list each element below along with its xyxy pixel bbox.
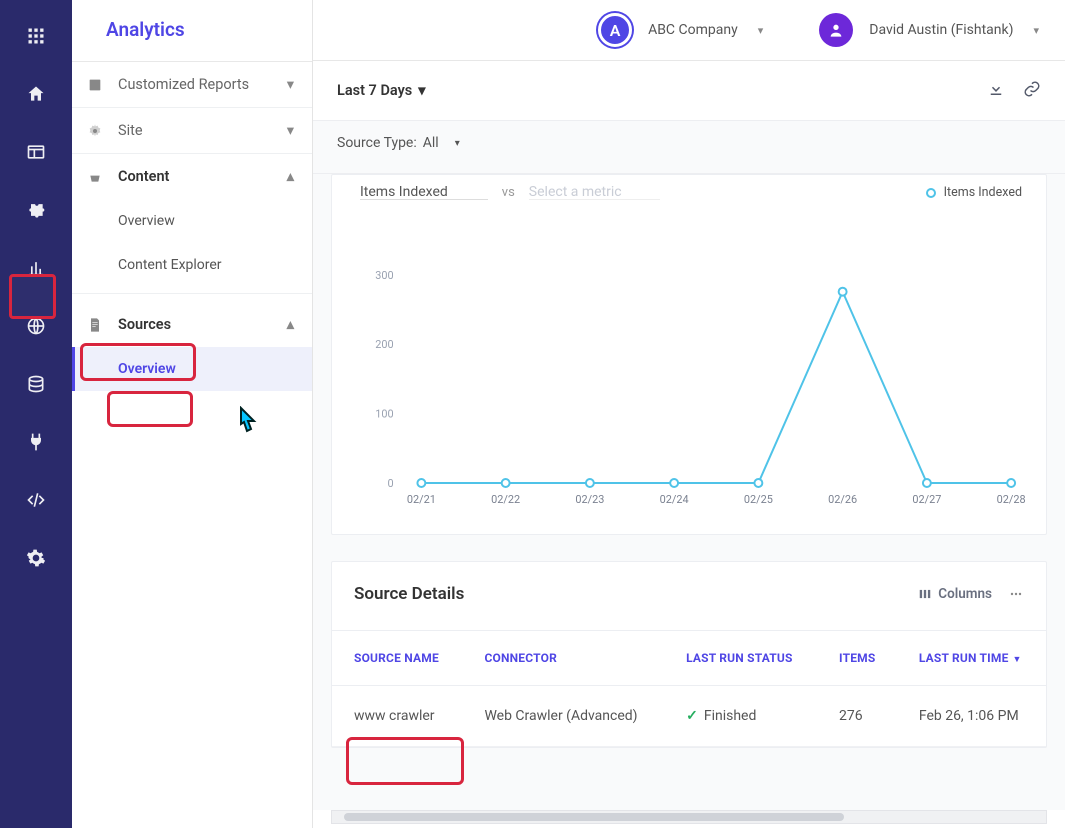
- apps-grid-icon[interactable]: [24, 24, 48, 48]
- source-details-panel: Source Details Columns SOURCE NAME CONNE…: [331, 561, 1047, 748]
- col-source-name[interactable]: SOURCE NAME: [332, 631, 462, 686]
- sidebar-customized-reports[interactable]: Customized Reports ▾: [72, 62, 312, 108]
- puzzle-icon[interactable]: [24, 198, 48, 222]
- main-region: A ABC Company ▾ David Austin (Fishtank) …: [313, 0, 1065, 828]
- ytick: 200: [375, 338, 393, 351]
- line-chart: 300 200 100 0 02/21 02: [352, 234, 1026, 504]
- user-avatar[interactable]: [819, 13, 853, 47]
- details-heading: Source Details: [354, 584, 464, 604]
- home-icon[interactable]: [24, 82, 48, 106]
- col-items[interactable]: ITEMS: [817, 631, 897, 686]
- source-details-table: SOURCE NAME CONNECTOR LAST RUN STATUS IT…: [332, 631, 1046, 747]
- sort-desc-icon: ▼: [1013, 655, 1022, 665]
- sidebar: Analytics Customized Reports ▾ Site ▾ Co…: [72, 0, 313, 828]
- database-icon[interactable]: [24, 372, 48, 396]
- company-name: ABC Company: [648, 22, 738, 38]
- chevron-down-icon: ▾: [418, 82, 425, 99]
- brand-title: Analytics: [106, 18, 292, 41]
- metric-selector-primary[interactable]: Items Indexed: [360, 186, 488, 200]
- vs-label: vs: [502, 185, 515, 200]
- globe-icon[interactable]: [24, 314, 48, 338]
- topbar: A ABC Company ▾ David Austin (Fishtank) …: [313, 0, 1065, 61]
- chevron-up-icon: ▴: [287, 316, 294, 333]
- sidebar-site[interactable]: Site ▾: [72, 108, 312, 154]
- chart-panel: Items Indexed vs Select a metric Items I…: [331, 174, 1047, 535]
- sidebar-sources[interactable]: Sources ▴: [72, 294, 312, 347]
- xtick: 02/25: [744, 493, 773, 504]
- date-range-filter[interactable]: Last 7 Days ▾: [337, 82, 426, 99]
- cell-connector: Web Crawler (Advanced): [462, 686, 664, 747]
- xtick: 02/28: [997, 493, 1026, 504]
- dashboard-icon[interactable]: [24, 140, 48, 164]
- reports-icon: [86, 77, 104, 93]
- company-avatar[interactable]: A: [598, 13, 632, 47]
- date-range-label: Last 7 Days: [337, 82, 412, 99]
- sidebar-label: Sources: [118, 316, 171, 333]
- document-icon: [86, 317, 104, 333]
- source-type-label: Source Type:: [337, 135, 417, 151]
- xtick: 02/23: [575, 493, 604, 504]
- legend-label: Items Indexed: [944, 185, 1022, 200]
- col-last-run-time[interactable]: LAST RUN TIME▼: [897, 631, 1046, 686]
- more-menu-button[interactable]: [1008, 586, 1024, 602]
- chevron-down-icon: ▾: [287, 76, 294, 93]
- chevron-down-icon: ▾: [455, 138, 460, 149]
- basket-icon: [86, 169, 104, 185]
- user-name: David Austin (Fishtank): [869, 22, 1013, 38]
- xtick: 02/24: [660, 493, 689, 504]
- company-dropdown[interactable]: ▾: [754, 20, 768, 41]
- chevron-up-icon: ▴: [287, 168, 294, 185]
- sidebar-label: Customized Reports: [118, 76, 249, 93]
- cell-source-name: www crawler: [332, 686, 462, 747]
- brand-block: Analytics: [72, 0, 312, 62]
- xtick: 02/27: [912, 493, 941, 504]
- sidebar-label: Site: [118, 122, 143, 139]
- filters-row: Last 7 Days ▾: [313, 61, 1065, 121]
- table-row[interactable]: www crawler Web Crawler (Advanced) ✓Fini…: [332, 686, 1046, 747]
- cell-status: ✓Finished: [664, 686, 817, 747]
- user-dropdown[interactable]: ▾: [1029, 20, 1043, 41]
- sidebar-content-overview[interactable]: Overview: [72, 199, 312, 243]
- ytick: 300: [375, 269, 393, 282]
- sidebar-content[interactable]: Content ▴: [72, 154, 312, 199]
- columns-label: Columns: [938, 586, 992, 602]
- plug-icon[interactable]: [24, 430, 48, 454]
- chart-legend: Items Indexed: [926, 185, 1022, 200]
- xtick: 02/26: [828, 493, 857, 504]
- xtick: 02/22: [491, 493, 520, 504]
- link-icon[interactable]: [1023, 80, 1041, 102]
- download-icon[interactable]: [987, 80, 1005, 102]
- columns-icon: [918, 587, 932, 601]
- col-connector[interactable]: CONNECTOR: [462, 631, 664, 686]
- horizontal-scrollbar[interactable]: [331, 810, 1047, 824]
- xtick: 02/21: [407, 493, 436, 504]
- ytick: 100: [375, 408, 393, 421]
- left-nav-rail: [0, 0, 72, 828]
- ytick: 0: [388, 477, 394, 490]
- source-type-value: All: [423, 135, 439, 151]
- sidebar-sources-overview[interactable]: Overview: [72, 347, 312, 391]
- columns-button[interactable]: Columns: [918, 586, 992, 602]
- metric-selector-secondary[interactable]: Select a metric: [529, 186, 660, 200]
- chevron-down-icon: ▾: [287, 122, 294, 139]
- col-last-run-status[interactable]: LAST RUN STATUS: [664, 631, 817, 686]
- check-icon: ✓: [686, 708, 698, 724]
- scrollbar-thumb[interactable]: [344, 813, 844, 821]
- content-scroll[interactable]: Items Indexed vs Select a metric Items I…: [313, 174, 1065, 810]
- gear-icon[interactable]: [24, 546, 48, 570]
- sidebar-label: Content: [118, 168, 169, 185]
- code-icon[interactable]: [24, 488, 48, 512]
- more-horizontal-icon: [1008, 586, 1024, 602]
- legend-marker-icon: [926, 188, 936, 198]
- cell-last-run: Feb 26, 1:06 PM: [897, 686, 1046, 747]
- series-line: [421, 292, 1011, 483]
- source-type-filter[interactable]: Source Type: All ▾: [313, 121, 1065, 174]
- gear-small-icon: [86, 123, 104, 139]
- sidebar-content-explorer[interactable]: Content Explorer: [72, 243, 312, 294]
- cell-items: 276: [817, 686, 897, 747]
- bar-chart-icon[interactable]: [24, 256, 48, 280]
